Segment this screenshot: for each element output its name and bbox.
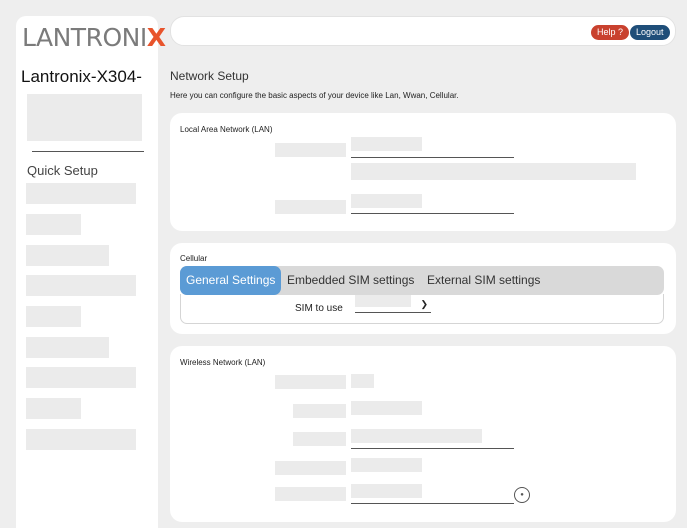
tab-embedded-sim-settings[interactable]: Embedded SIM settings bbox=[281, 266, 420, 295]
lan-field-2-underline bbox=[351, 213, 514, 214]
chevron-down-icon: ❯ bbox=[420, 299, 428, 309]
tab-external-sim-settings[interactable]: External SIM settings bbox=[421, 266, 546, 295]
show-password-icon[interactable]: ● bbox=[514, 487, 530, 503]
lantronix-logo: LANTRONIX bbox=[22, 23, 166, 52]
sidebar-item[interactable] bbox=[26, 367, 136, 388]
wireless-password-value[interactable] bbox=[351, 484, 422, 498]
sidebar-item[interactable] bbox=[26, 398, 81, 419]
wireless-field-4-value[interactable] bbox=[351, 458, 422, 472]
field-label bbox=[293, 432, 346, 446]
field-label bbox=[275, 143, 346, 157]
wireless-card: Wireless Network (LAN) ● bbox=[170, 346, 676, 522]
wireless-card-title: Wireless Network (LAN) bbox=[180, 358, 266, 367]
sidebar-divider bbox=[32, 151, 144, 152]
lan-card-title: Local Area Network (LAN) bbox=[180, 125, 273, 134]
wireless-field-3-value[interactable] bbox=[351, 429, 482, 443]
help-button[interactable]: Help ? bbox=[591, 25, 630, 40]
lan-field-1-underline bbox=[351, 157, 514, 158]
sim-select-value bbox=[355, 295, 411, 307]
sidebar-item[interactable] bbox=[26, 429, 136, 450]
wireless-field-1-value[interactable] bbox=[351, 374, 374, 388]
logout-button[interactable]: Logout bbox=[630, 25, 670, 40]
sidebar-item[interactable] bbox=[26, 337, 109, 358]
cellular-card: Cellular General Settings Embedded SIM s… bbox=[170, 243, 676, 334]
cellular-tabs: General Settings Embedded SIM settings E… bbox=[180, 266, 664, 295]
tab-general-settings[interactable]: General Settings bbox=[180, 266, 281, 295]
page-title: Network Setup bbox=[170, 69, 249, 83]
sidebar-section-quick-setup: Quick Setup bbox=[27, 163, 98, 178]
general-settings-panel: SIM to use ❯ bbox=[180, 294, 664, 324]
page-description: Here you can configure the basic aspects… bbox=[170, 91, 459, 100]
lan-card: Local Area Network (LAN) bbox=[170, 113, 676, 231]
field-label bbox=[275, 375, 346, 389]
field-label bbox=[275, 200, 346, 214]
wireless-field-2-value[interactable] bbox=[351, 401, 422, 415]
field-label bbox=[275, 487, 346, 501]
wireless-password-underline bbox=[351, 503, 514, 504]
sidebar-item[interactable] bbox=[26, 245, 109, 266]
lan-field-1-value[interactable] bbox=[351, 137, 422, 151]
top-bar: Help ? Logout bbox=[170, 16, 676, 46]
sidebar-item[interactable] bbox=[26, 306, 81, 327]
sim-select-underline bbox=[355, 312, 431, 313]
lan-field-hint bbox=[351, 163, 636, 180]
field-label bbox=[275, 461, 346, 475]
sidebar-item[interactable] bbox=[26, 183, 136, 204]
sim-to-use-select[interactable]: ❯ bbox=[355, 295, 431, 315]
device-name: Lantronix-X304- bbox=[21, 67, 142, 86]
lan-field-2-value[interactable] bbox=[351, 194, 422, 208]
sidebar-item[interactable] bbox=[26, 214, 81, 235]
wireless-field-3-underline bbox=[351, 448, 514, 449]
sidebar: LANTRONIX Lantronix-X304- Quick Setup bbox=[16, 16, 166, 528]
field-label bbox=[293, 404, 346, 418]
cellular-card-title: Cellular bbox=[180, 254, 208, 263]
sidebar-item[interactable] bbox=[26, 275, 136, 296]
device-info-placeholder bbox=[27, 94, 142, 141]
sim-to-use-label: SIM to use bbox=[295, 303, 343, 314]
